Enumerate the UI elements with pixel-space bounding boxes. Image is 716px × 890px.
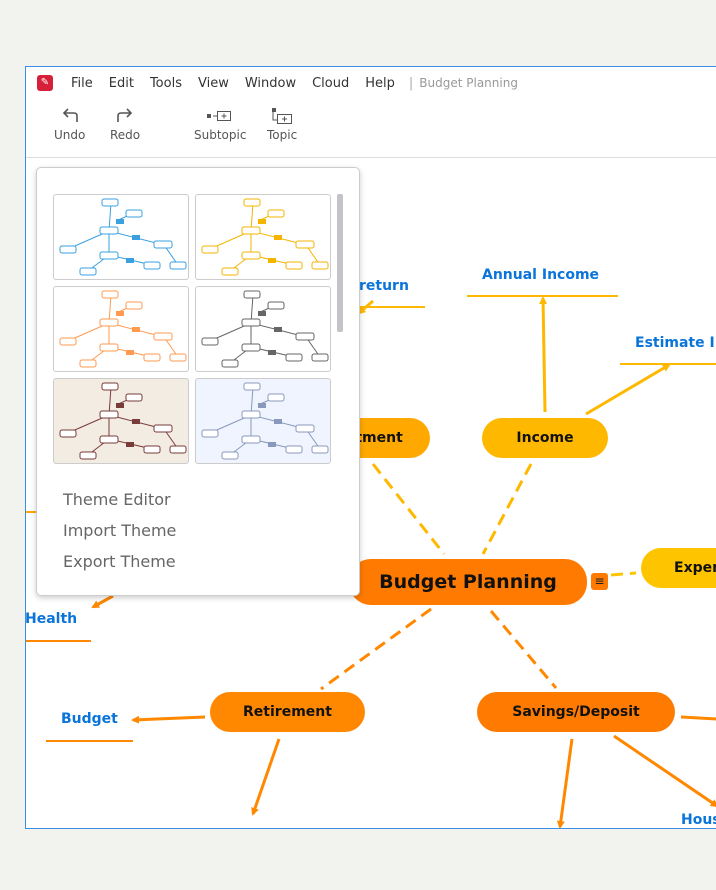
subtopic-return[interactable]: return [359, 278, 409, 294]
theme-editor-item[interactable]: Theme Editor [63, 490, 171, 509]
scrollbar[interactable] [337, 194, 343, 332]
topic-retirement[interactable]: Retirement [210, 692, 365, 732]
topic-income-label: Income [516, 430, 574, 446]
topic-retirement-label: Retirement [243, 704, 332, 720]
subtopic-annual-income[interactable]: Annual Income [482, 267, 599, 283]
theme-preview-icon [201, 290, 329, 368]
theme-thumbnail[interactable] [53, 378, 189, 464]
theme-preview-icon [59, 290, 187, 368]
theme-thumbnail[interactable] [195, 194, 331, 280]
export-theme-item[interactable]: Export Theme [63, 552, 176, 571]
subtopic-health[interactable]: Health [26, 611, 77, 627]
subtopic-budget[interactable]: Budget [61, 711, 118, 727]
topic-expenses[interactable]: Expenses [641, 548, 716, 588]
theme-thumbnail[interactable] [195, 286, 331, 372]
theme-thumbnail[interactable] [53, 194, 189, 280]
theme-preview-icon [59, 382, 187, 460]
theme-thumbnail[interactable] [53, 286, 189, 372]
subtopic-house[interactable]: Hous [681, 812, 716, 828]
notes-icon[interactable]: ≡ [591, 573, 608, 590]
theme-preview-icon [201, 382, 329, 460]
topic-savings[interactable]: Savings/Deposit [477, 692, 675, 732]
topic-savings-label: Savings/Deposit [512, 704, 640, 720]
topic-income[interactable]: Income [482, 418, 608, 458]
import-theme-item[interactable]: Import Theme [63, 521, 176, 540]
subtopic-estimate[interactable]: Estimate I [635, 335, 715, 351]
topic-expenses-label: Expenses [674, 560, 716, 576]
central-topic-label: Budget Planning [379, 571, 557, 593]
theme-thumbnail[interactable] [195, 378, 331, 464]
theme-popup: Theme Editor Import Theme Export Theme [36, 167, 360, 596]
theme-preview-icon [201, 198, 329, 276]
central-topic[interactable]: Budget Planning [349, 559, 587, 605]
theme-preview-icon [59, 198, 187, 276]
